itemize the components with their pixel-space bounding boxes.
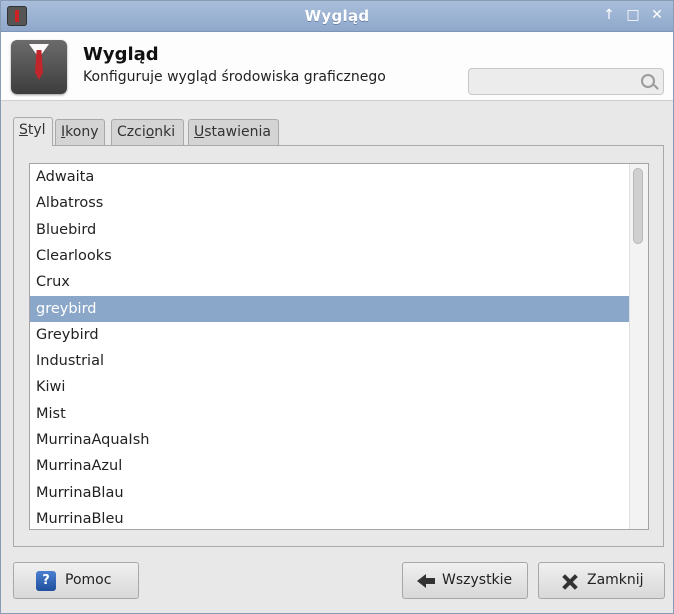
close-window-icon[interactable]: ✕ [649,7,665,23]
header-title: Wygląd [83,44,159,65]
theme-list-item[interactable]: Industrial [30,348,630,374]
appearance-suit-icon [11,40,67,94]
theme-list-item[interactable]: Bluebird [30,217,630,243]
theme-list-item[interactable]: Albatross [30,190,630,216]
theme-list-item[interactable]: Kiwi [30,374,630,400]
theme-list-item[interactable]: Crux [30,269,630,295]
window-title: Wygląd [304,7,370,25]
theme-list-item[interactable]: Clearlooks [30,243,630,269]
tab-settings[interactable]: Ustawienia [188,119,279,145]
tab-icons[interactable]: Ikony [55,119,105,145]
scrollbar[interactable] [629,164,648,529]
style-tab-panel: Adwaita Albatross Bluebird Clearlooks Crux gr… [13,145,664,547]
close-button[interactable]: Zamknij [538,562,665,599]
appearance-window: Wygląd ↑ □ ✕ Wygląd Konfiguruje wygląd ś… [0,0,674,614]
show-all-button[interactable]: Wszystkie [402,562,528,599]
theme-list-item[interactable]: greybird [30,295,630,322]
theme-list-item[interactable]: MurrinaAquaIsh [30,427,630,453]
tab-fonts[interactable]: Czcionki [111,119,184,145]
close-icon [561,573,579,591]
back-arrow-icon [417,574,435,588]
header-subtitle: Konfiguruje wygląd środowiska graficzneg… [83,69,386,85]
theme-list-item[interactable]: Mist [30,401,630,427]
theme-list-item[interactable]: MurrinaBlau [30,480,630,506]
search-icon[interactable] [641,74,655,88]
scrollbar-thumb[interactable] [633,168,643,244]
keep-above-icon[interactable]: ↑ [601,7,617,23]
dialog-header: Wygląd Konfiguruje wygląd środowiska gra… [1,32,673,101]
title-bar[interactable]: Wygląd ↑ □ ✕ [1,1,673,32]
search-box[interactable] [468,68,664,95]
theme-list-item[interactable]: Adwaita [30,164,630,190]
theme-list-item[interactable]: Greybird [30,322,630,348]
help-icon: ? [36,571,56,591]
theme-list-item[interactable]: MurrinaAzul [30,453,630,479]
tab-style[interactable]: Styl [13,117,53,146]
theme-list-item[interactable]: MurrinaBleu [30,506,630,529]
help-button[interactable]: ? Pomoc [13,562,139,599]
search-input[interactable] [475,72,639,93]
theme-list[interactable]: Adwaita Albatross Bluebird Clearlooks Crux gr… [29,163,649,530]
maximize-icon[interactable]: □ [625,7,641,23]
